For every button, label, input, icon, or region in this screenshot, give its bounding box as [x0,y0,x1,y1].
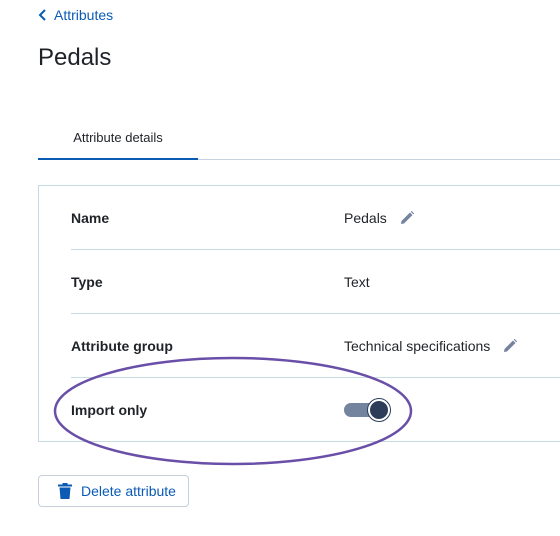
type-value: Text [344,273,370,290]
pencil-icon[interactable] [399,210,415,226]
type-label: Type [71,273,103,290]
import-only-toggle[interactable] [344,399,390,421]
breadcrumb-attributes[interactable]: Attributes [38,7,113,23]
attribute-details-panel: Name Pedals Type Text Attribute group Te… [38,185,560,442]
breadcrumb-label: Attributes [54,7,114,23]
type-value-group: Text [344,274,370,290]
name-value-group: Pedals [344,210,415,226]
toggle-knob [368,399,390,421]
import-only-label: Import only [71,402,148,418]
detail-row-attribute-group: Attribute group Technical specifications [71,314,560,378]
detail-row-import-only: Import only [71,378,560,442]
tab-bar: Attribute details [38,120,560,160]
name-value: Pedals [344,209,387,226]
name-label: Name [71,209,110,226]
trash-icon [58,483,72,499]
attribute-page: Attributes Pedals Attribute details Name… [0,0,560,536]
delete-attribute-label: Delete attribute [81,483,176,499]
tab-attribute-details[interactable]: Attribute details [38,120,198,160]
pencil-icon[interactable] [502,338,518,354]
page-title: Pedals [38,44,112,71]
attribute-group-label: Attribute group [71,337,173,354]
chevron-left-icon [38,9,46,21]
attribute-group-value-group: Technical specifications [344,338,518,354]
import-only-value-group [344,399,390,421]
detail-row-name: Name Pedals [71,186,560,250]
attribute-group-value: Technical specifications [344,337,491,354]
delete-attribute-button[interactable]: Delete attribute [38,475,189,507]
detail-row-type: Type Text [71,250,560,314]
